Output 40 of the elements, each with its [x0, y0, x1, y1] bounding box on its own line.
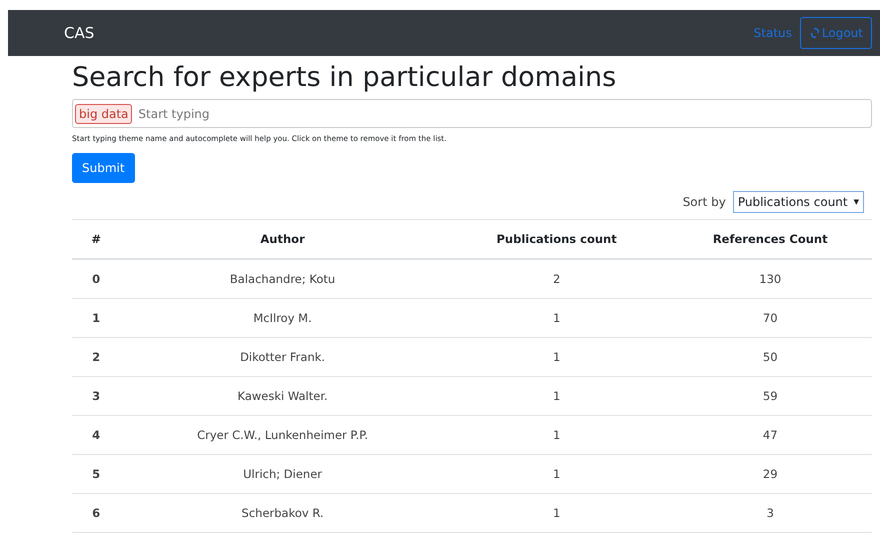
table-cell: 1	[444, 298, 668, 338]
table-cell: Kaweski Walter.	[120, 376, 445, 416]
table-cell: 1	[444, 454, 668, 494]
table-cell: 29	[668, 454, 872, 494]
table-cell: 1	[444, 416, 668, 455]
table-cell: 4	[72, 416, 120, 455]
page-title: Search for experts in particular domains	[72, 62, 618, 94]
table-cell: Cryer C.W., Lunkenheimer P.P.	[120, 416, 445, 455]
table-cell: McIlroy M.	[120, 298, 445, 338]
table-cell: 2	[444, 259, 668, 299]
table-cell: 47	[668, 416, 872, 455]
table-cell: 1	[444, 376, 668, 416]
table-cell: 6	[72, 494, 120, 533]
column-header: #	[72, 220, 120, 260]
submit-button[interactable]: Submit	[72, 153, 135, 184]
column-header: Publications count	[444, 220, 668, 260]
theme-tag[interactable]: big data	[75, 104, 132, 124]
table-cell: 50	[668, 338, 872, 377]
status-link[interactable]: Status	[754, 26, 792, 40]
table-cell: 3	[668, 494, 872, 533]
table-cell: 130	[668, 259, 872, 299]
column-header: References Count	[668, 220, 872, 260]
sort-label: Sort by	[682, 195, 726, 210]
tag-field[interactable]: big data Start typing	[72, 99, 872, 128]
brand[interactable]: CAS	[64, 24, 754, 42]
table-cell: 70	[668, 298, 872, 338]
table-cell: Balachandre; Kotu	[120, 259, 445, 299]
table-cell: 5	[72, 454, 120, 494]
table-cell: Scherbakov R.	[120, 494, 445, 533]
table-cell: 59	[668, 376, 872, 416]
table-cell: 3	[72, 376, 120, 416]
table-cell: 1	[444, 494, 668, 533]
table-cell: Ulrich; Diener	[120, 454, 445, 494]
table-cell: 2	[72, 338, 120, 377]
table-cell: 1	[444, 338, 668, 377]
column-header: Author	[120, 220, 445, 260]
table-cell: Dikotter Frank.	[120, 338, 445, 377]
logout-button[interactable]: Logout	[800, 17, 872, 49]
table-cell: 0	[72, 259, 120, 299]
table-cell: 1	[72, 298, 120, 338]
